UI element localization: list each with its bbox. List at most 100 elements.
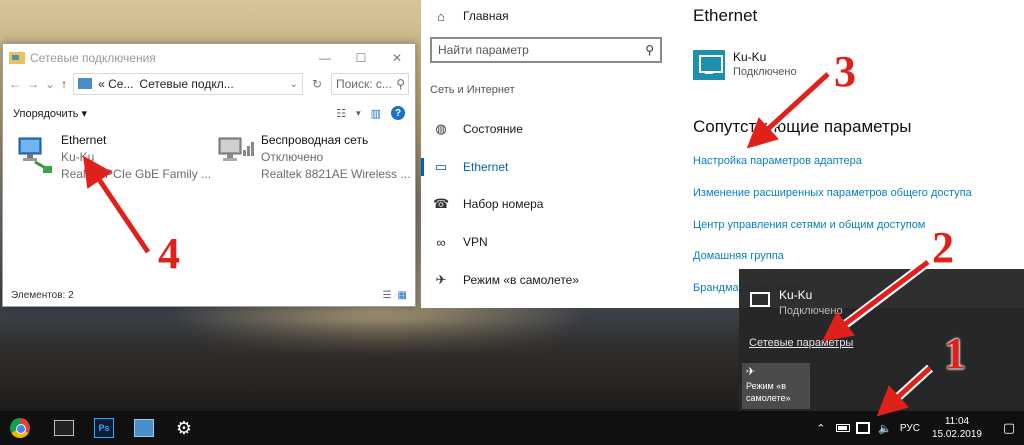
network-monitor-icon <box>693 50 725 80</box>
photoshop-icon: Ps <box>94 418 114 438</box>
up-arrow-icon[interactable]: ↑ <box>61 77 67 91</box>
search-icon: ⚲ <box>396 77 405 91</box>
page-title: Ethernet <box>693 6 758 25</box>
related-settings-heading: Сопутствующие параметры <box>693 117 912 136</box>
address-path[interactable]: « Се... Сетевые подкл... ⌄ <box>73 73 303 95</box>
settings-search-placeholder: Найти параметр <box>438 43 529 57</box>
advanced-sharing-link[interactable]: Изменение расширенных параметров общего … <box>693 187 972 199</box>
connection-status: Отключено <box>261 150 324 164</box>
battery-icon[interactable] <box>835 424 850 432</box>
home-icon: ⌂ <box>437 8 445 24</box>
homegroup-link[interactable]: Домашняя группа <box>693 250 784 262</box>
back-arrow-icon[interactable]: ← <box>9 77 21 91</box>
notifications-icon[interactable]: ▢ <box>994 420 1024 436</box>
path-folder-icon <box>78 77 93 92</box>
ethernet-icon: ▭ <box>434 159 448 174</box>
minimize-button[interactable]: — <box>307 51 343 65</box>
ethernet-connection-item[interactable]: Ethernet Ku-Ku Realtek PCIe GbE Family .… <box>15 132 211 183</box>
settings-search-input[interactable]: Найти параметр ⚲ <box>430 37 662 63</box>
breadcrumb-current[interactable]: Сетевые подкл... <box>139 77 233 91</box>
refresh-icon[interactable]: ↻ <box>309 77 325 91</box>
adapter-options-link[interactable]: Настройка параметров адаптера <box>693 155 862 167</box>
nav-item-label: Ethernet <box>463 160 509 174</box>
nav-item-vpn[interactable]: ∞ VPN <box>421 230 672 254</box>
recent-chevron-icon[interactable]: ⌄ <box>45 77 55 91</box>
wireless-connection-item[interactable]: Беспроводная сеть Отключено Realtek 8821… <box>215 132 410 183</box>
airplane-icon: ✈ <box>435 272 447 287</box>
cmd-taskbar-button[interactable] <box>44 411 84 445</box>
settings-taskbar-button[interactable]: ⚙ <box>164 411 204 445</box>
help-icon[interactable]: ? <box>391 106 405 120</box>
address-dropdown-icon[interactable]: ⌄ <box>290 79 302 90</box>
nav-item-dialup[interactable]: ☎ Набор номера <box>421 192 672 216</box>
network-connections-icon <box>134 419 154 437</box>
connections-list: Ethernet Ku-Ku Realtek PCIe GbE Family .… <box>3 126 415 276</box>
explorer-search-placeholder: Поиск: с... <box>336 77 392 91</box>
nav-item-ethernet[interactable]: ▭ Ethernet <box>421 155 672 179</box>
network-flyout: Ku-Ku Подключено Сетевые параметры ✈ Реж… <box>739 269 1024 411</box>
command-bar: Упорядочить ▾ ☷ ▾ ▥ ? <box>3 100 415 126</box>
connection-status: Подключено <box>733 66 797 78</box>
nav-item-airplane-mode[interactable]: ✈ Режим «в самолете» <box>421 268 672 292</box>
home-label: Главная <box>463 9 509 23</box>
large-icons-view-icon[interactable]: ▦ <box>398 290 407 301</box>
nav-item-label: Набор номера <box>463 197 544 211</box>
chrome-taskbar-button[interactable] <box>0 411 40 445</box>
change-view-icon[interactable]: ☷ <box>336 107 346 120</box>
search-icon: ⚲ <box>645 43 654 57</box>
preview-pane-icon[interactable]: ▥ <box>371 107 381 120</box>
item-count: Элементов: 2 <box>11 289 74 301</box>
network-tray-icon[interactable] <box>855 422 870 434</box>
nav-item-label: VPN <box>463 235 488 249</box>
ethernet-connection-tile[interactable]: Ku-Ku Подключено <box>693 50 797 80</box>
connection-status: Подключено <box>779 305 843 317</box>
explorer-title: Сетевые подключения <box>30 51 156 65</box>
globe-icon: ◍ <box>435 121 447 136</box>
connection-name: Ethernet <box>61 133 107 147</box>
maximize-button[interactable]: ☐ <box>343 51 379 65</box>
network-connections-taskbar-button[interactable] <box>124 411 164 445</box>
explorer-titlebar[interactable]: Сетевые подключения — ☐ ✕ <box>3 44 415 72</box>
annotation-number-1: 1 <box>944 329 966 378</box>
details-view-icon[interactable]: ☰ <box>383 290 392 301</box>
network-center-link[interactable]: Центр управления сетями и общим доступом <box>693 219 925 231</box>
clock[interactable]: 11:04 15.02.2019 <box>926 415 988 441</box>
photoshop-taskbar-button[interactable]: Ps <box>84 411 124 445</box>
breadcrumb-prefix[interactable]: « Се... <box>98 77 133 91</box>
chrome-icon <box>10 418 30 438</box>
system-tray: ⌃ 🔈 РУС 11:04 15.02.2019 ▢ <box>812 411 1024 445</box>
nav-group-label: Сеть и Интернет <box>430 84 515 96</box>
airplane-mode-toggle[interactable]: ✈ Режим «в самолете» <box>742 363 810 409</box>
network-connections-window: Сетевые подключения — ☐ ✕ ← → ⌄ ↑ « Се..… <box>2 43 416 307</box>
organize-button[interactable]: Упорядочить ▾ <box>13 107 87 120</box>
connection-device: Realtek PCIe GbE Family ... <box>61 167 212 181</box>
connection-status: Ku-Ku <box>61 150 95 164</box>
settings-home-link[interactable]: ⌂ Главная <box>421 0 672 32</box>
close-button[interactable]: ✕ <box>379 51 415 65</box>
nav-item-label: Режим «в самолете» <box>463 273 580 287</box>
vpn-icon: ∞ <box>436 234 446 250</box>
flyout-connection[interactable]: Ku-Ku Подключено <box>749 287 843 319</box>
show-hidden-icons-chevron[interactable]: ⌃ <box>812 422 830 435</box>
forward-arrow-icon[interactable]: → <box>27 77 39 91</box>
volume-icon[interactable]: 🔈 <box>876 422 894 435</box>
connection-name: Ku-Ku <box>779 288 813 302</box>
connection-name: Ku-Ku <box>733 50 767 64</box>
wireless-adapter-icon <box>215 132 255 182</box>
connection-device: Realtek 8821AE Wireless ... <box>261 167 411 181</box>
ethernet-adapter-icon <box>15 132 55 182</box>
airplane-mode-label: Режим «в самолете» <box>746 381 791 403</box>
cmd-icon <box>54 420 74 436</box>
annotation-number-2: 2 <box>932 223 954 272</box>
nav-item-status[interactable]: ◍ Состояние <box>421 117 672 141</box>
taskbar: Ps ⚙ ⌃ 🔈 РУС 11:04 15.02.2019 ▢ <box>0 411 1024 445</box>
airplane-icon: ✈ <box>746 366 756 378</box>
network-monitor-icon <box>749 290 770 310</box>
wallpaper-rocks <box>0 320 760 411</box>
view-dropdown-icon[interactable]: ▾ <box>356 108 361 119</box>
language-indicator[interactable]: РУС <box>900 423 920 434</box>
clock-time: 11:04 <box>944 416 970 427</box>
network-settings-link[interactable]: Сетевые параметры <box>749 337 853 349</box>
explorer-search-input[interactable]: Поиск: с... ⚲ <box>331 73 409 95</box>
explorer-status-bar: Элементов: 2 ☰ ▦ <box>3 284 415 306</box>
